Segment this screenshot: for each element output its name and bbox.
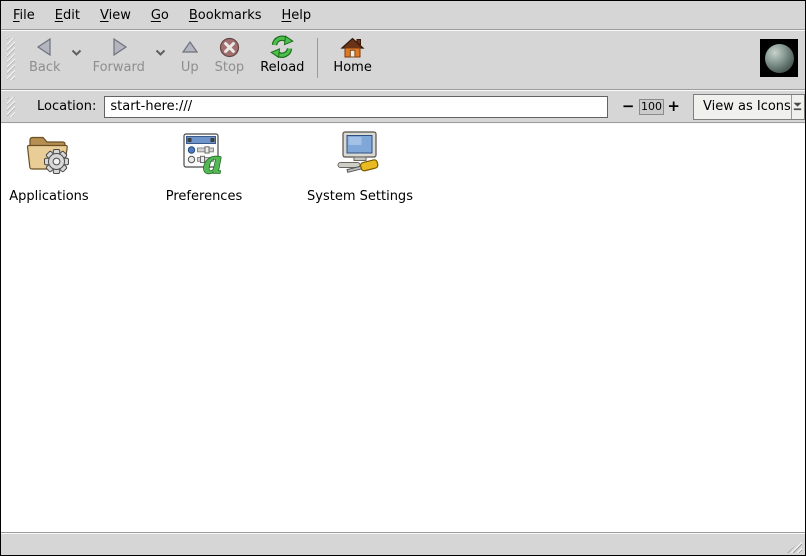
icon-caption: System Settings [307,190,413,204]
menu-file-label: File [13,8,35,23]
stop-label: Stop [215,61,245,75]
home-icon [340,35,365,59]
back-label: Back [29,61,61,75]
up-button[interactable]: Up [173,31,207,77]
home-label: Home [333,61,371,75]
location-input[interactable] [104,96,608,118]
back-arrow-icon [34,35,56,59]
reload-label: Reload [260,61,304,75]
back-button[interactable]: Back [21,31,69,77]
menu-edit[interactable]: Edit [45,3,90,28]
preferences-dialog-icon: a [180,129,228,181]
status-bar [1,534,805,555]
resize-grip[interactable] [787,540,802,553]
svg-text:a: a [203,145,223,177]
menu-bookmarks-label: Bookmarks [189,8,262,23]
stop-icon [219,35,240,59]
file-manager-window: File Edit View Go Bookmarks Help Back Fo… [0,0,806,556]
up-arrow-icon [182,35,198,59]
icon-item-preferences[interactable]: a Preferences [156,129,252,204]
back-history-dropdown[interactable] [69,49,85,57]
up-label: Up [181,61,199,75]
location-label: Location: [37,99,96,114]
menu-bookmarks[interactable]: Bookmarks [179,3,272,28]
forward-history-dropdown[interactable] [153,49,169,57]
view-mode-label: View as Icons [694,99,791,114]
location-bar-drag-handle[interactable] [7,97,15,117]
reload-button[interactable]: Reload [252,31,312,77]
menu-help[interactable]: Help [272,3,322,28]
toolbar-separator [317,38,318,78]
forward-button[interactable]: Forward [85,31,153,77]
menu-go-label: Go [151,8,169,23]
toolbar-drag-handle[interactable] [7,38,15,80]
orb [765,44,794,73]
reload-icon [269,35,295,59]
icon-caption: Applications [9,190,88,204]
zoom-level-indicator: 100 [639,99,665,115]
icon-item-system-settings[interactable]: System Settings [305,129,415,204]
menu-help-label: Help [282,8,312,23]
orb-throbber-icon [760,39,798,77]
view-mode-dropdown[interactable]: View as Icons [693,94,805,120]
menu-view[interactable]: View [90,3,141,28]
zoom-in-button[interactable]: + [667,99,680,114]
icon-view: Applications a Preferences [1,124,805,532]
folder-gear-icon [25,129,73,181]
menu-file[interactable]: File [3,3,45,28]
stop-button[interactable]: Stop [207,31,253,77]
menu-go[interactable]: Go [141,3,179,28]
location-bar: Location: − 100 + View as Icons [1,91,805,122]
zoom-out-button[interactable]: − [622,99,635,114]
home-button[interactable]: Home [325,31,379,77]
icon-item-applications[interactable]: Applications [1,129,97,204]
menu-view-label: View [100,8,131,23]
menubar: File Edit View Go Bookmarks Help [1,1,805,29]
forward-label: Forward [93,61,145,75]
icon-caption: Preferences [166,190,242,204]
menu-edit-label: Edit [55,8,80,23]
chevron-down-icon [791,95,804,119]
toolbar: Back Forward Up [1,31,805,89]
forward-arrow-icon [108,35,130,59]
computer-screwdriver-icon [333,129,387,181]
